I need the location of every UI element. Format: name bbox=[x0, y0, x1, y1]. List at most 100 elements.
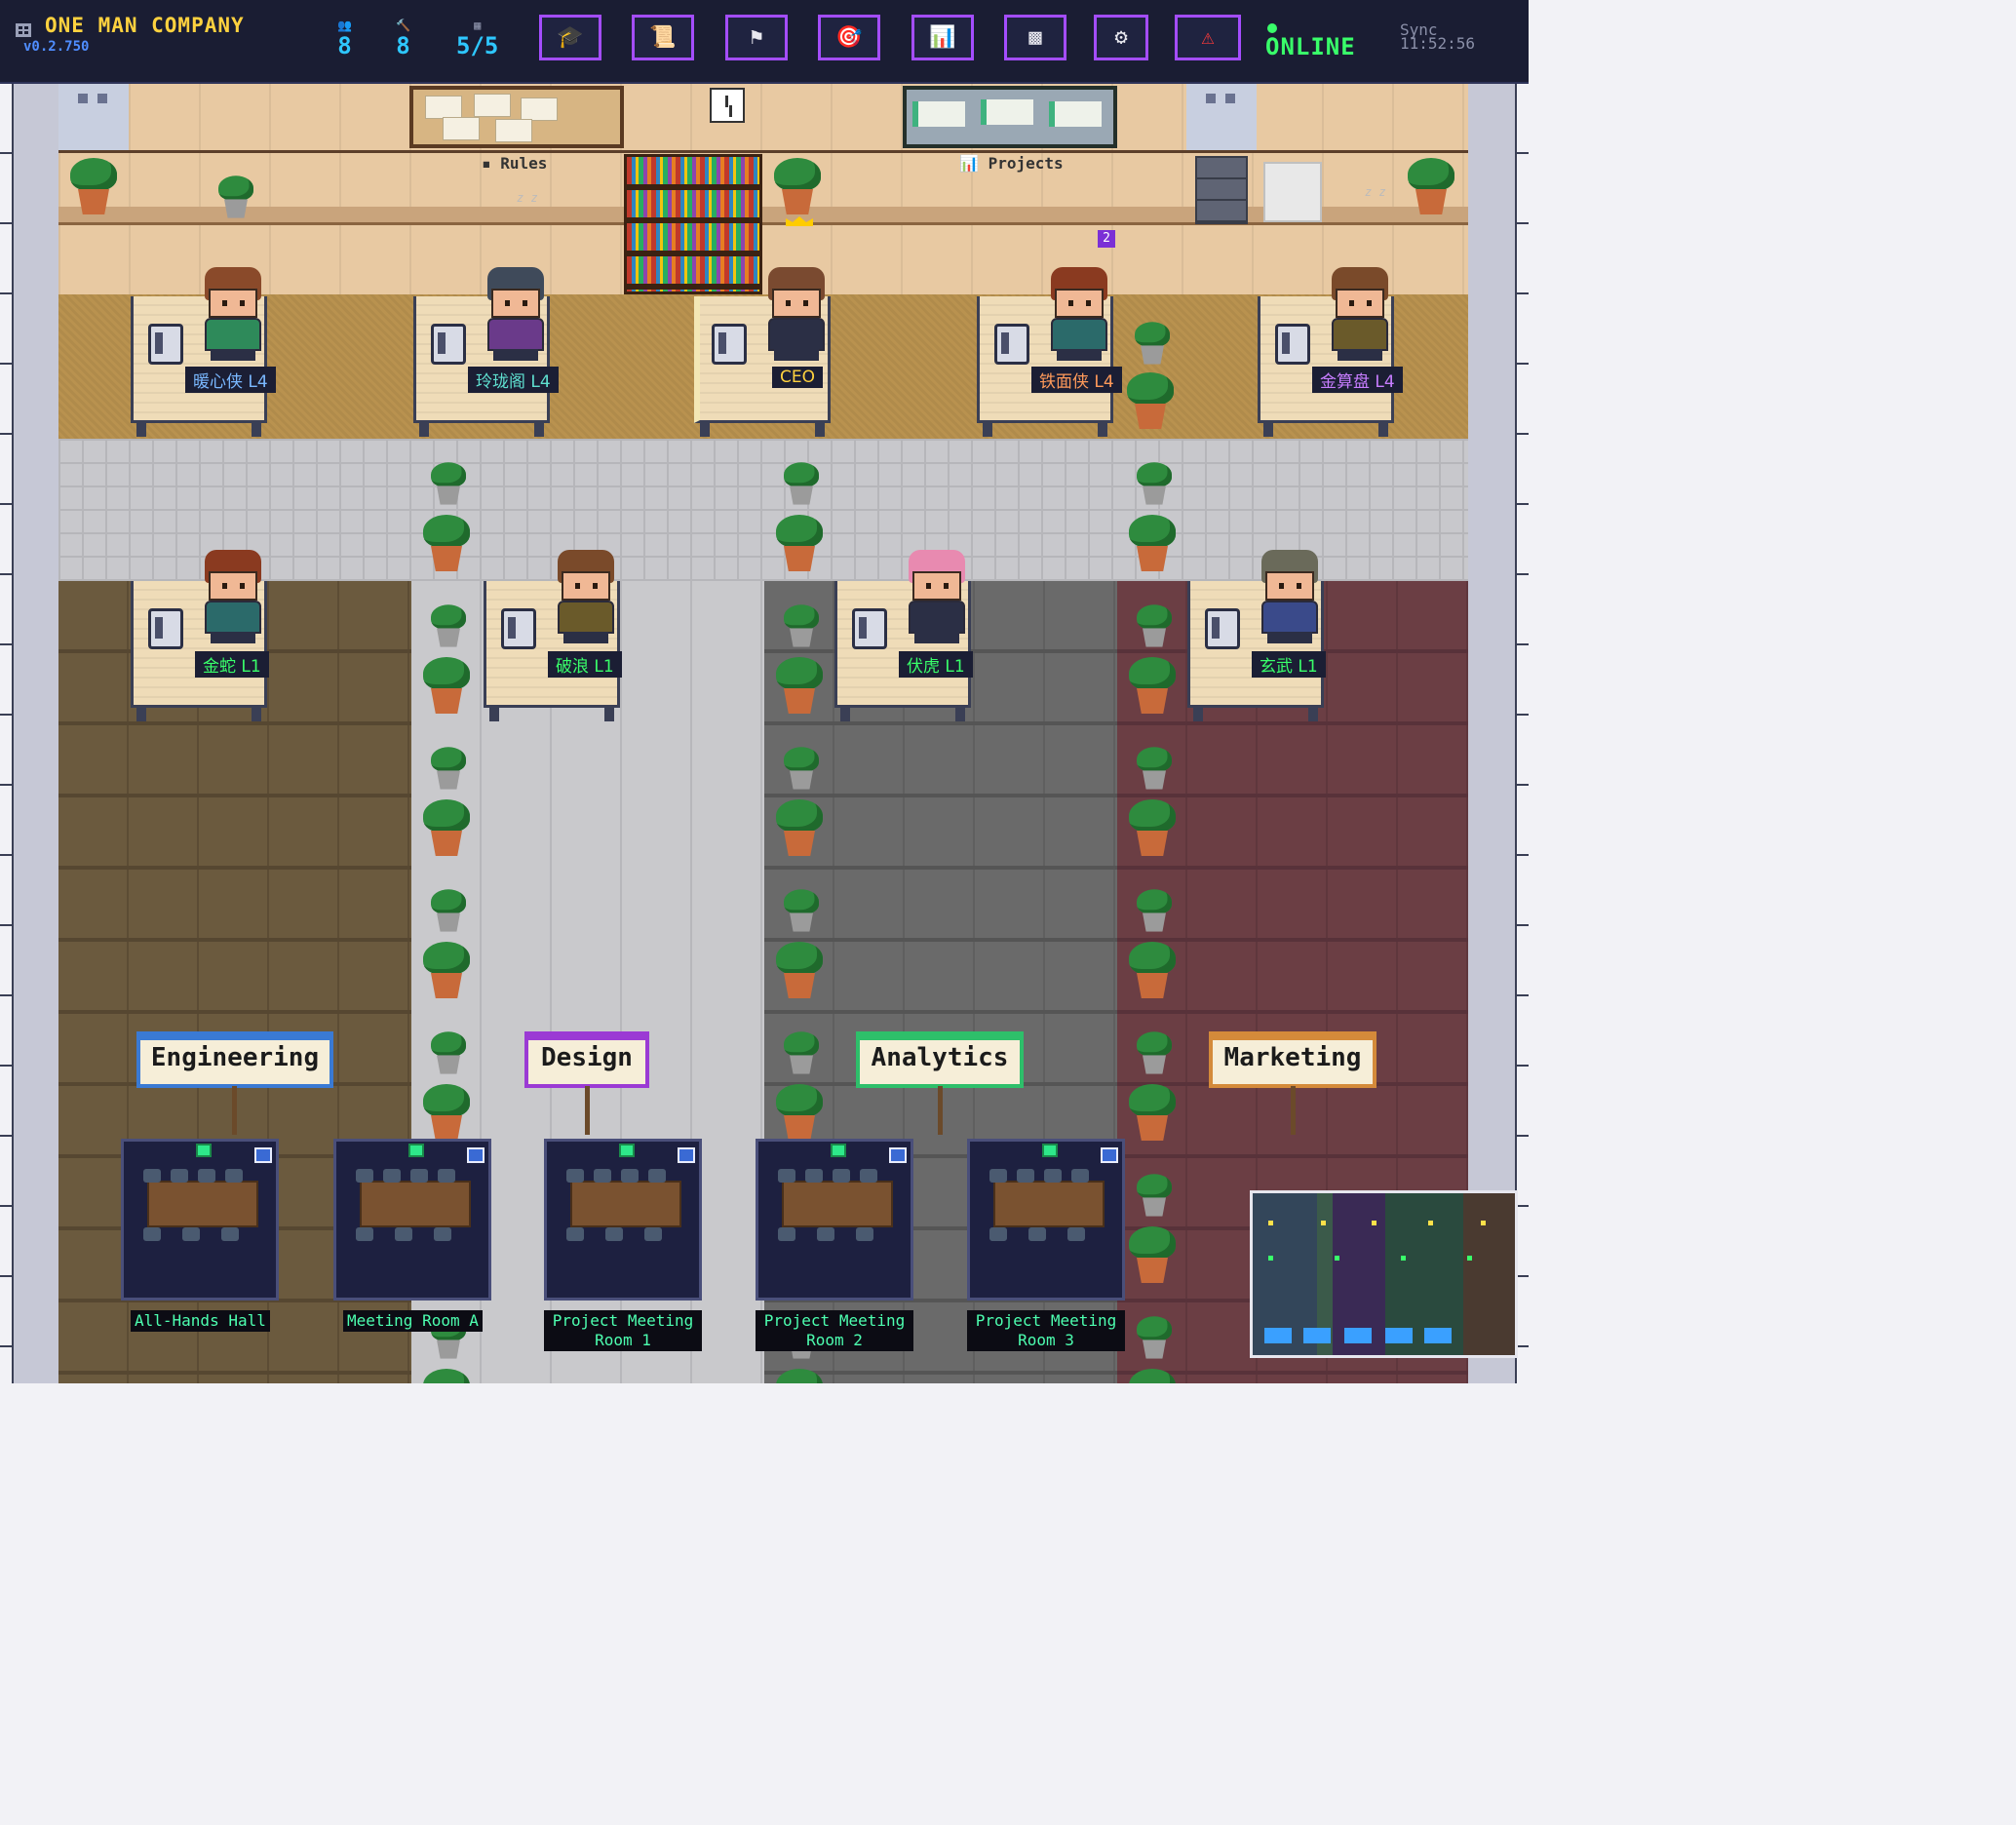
employee-avatar[interactable] bbox=[1256, 550, 1324, 643]
employee-name-tag[interactable]: 伏虎 L1 bbox=[899, 651, 973, 678]
plant-icon bbox=[781, 1031, 822, 1080]
projects-board[interactable] bbox=[903, 86, 1117, 148]
employee-avatar[interactable] bbox=[552, 550, 620, 643]
notification-badge[interactable]: 2 bbox=[1098, 230, 1115, 248]
meeting-room[interactable] bbox=[333, 1139, 491, 1301]
flag-button[interactable]: ⚑ bbox=[725, 15, 788, 60]
plant-icon bbox=[1132, 322, 1173, 370]
building-icon: ▦ bbox=[474, 19, 482, 32]
scroll-button[interactable]: 📜 bbox=[632, 15, 694, 60]
department-sign-analytics[interactable]: Analytics bbox=[856, 1031, 1024, 1088]
tools-icon: 🔨 bbox=[396, 19, 410, 32]
top-bar: ONE MAN COMPANY v0.2.750 👥 8 🔨 8 ▦ 5/5 🎓… bbox=[0, 0, 1529, 84]
minimap[interactable] bbox=[1250, 1190, 1518, 1358]
employee-name-tag[interactable]: 金蛇 L1 bbox=[195, 651, 269, 678]
status-dot-icon bbox=[1267, 23, 1277, 33]
employee-count-stat: 👥 8 bbox=[337, 18, 352, 58]
plant-icon bbox=[1134, 1031, 1175, 1080]
brand: ONE MAN COMPANY v0.2.750 bbox=[14, 14, 245, 55]
plant-icon bbox=[781, 747, 822, 796]
employee-name-tag[interactable]: CEO bbox=[772, 367, 823, 388]
rooms-count-stat: ▦ 5/5 bbox=[456, 18, 498, 58]
flag-icon: ⚑ bbox=[750, 25, 763, 50]
warning-icon: ⚠ bbox=[1201, 25, 1215, 50]
phone-icon bbox=[501, 608, 536, 649]
plant-icon bbox=[1125, 1226, 1180, 1291]
plant-icon bbox=[1125, 515, 1180, 579]
phone-icon bbox=[712, 324, 747, 365]
target-icon: 🎯 bbox=[835, 25, 863, 50]
employee-avatar[interactable] bbox=[199, 267, 267, 361]
sync-time: 11:52:56 bbox=[1400, 34, 1476, 53]
plant-icon bbox=[428, 747, 469, 796]
training-button[interactable]: 🎓 bbox=[539, 15, 601, 60]
scroll-icon: 📜 bbox=[649, 25, 677, 50]
wall-trim bbox=[58, 150, 1468, 153]
plant-icon bbox=[1125, 942, 1180, 1006]
employee-name-tag[interactable]: 玲珑阁 L4 bbox=[468, 367, 559, 393]
department-sign-marketing[interactable]: Marketing bbox=[1209, 1031, 1376, 1088]
plant-icon bbox=[419, 942, 474, 1006]
file-cabinet bbox=[1195, 156, 1248, 224]
employee-name-tag[interactable]: 破浪 L1 bbox=[548, 651, 622, 678]
plant-icon bbox=[781, 462, 822, 511]
app-title: ONE MAN COMPANY bbox=[45, 14, 245, 37]
employee-name-tag[interactable]: 暖心侠 L4 bbox=[185, 367, 276, 393]
employee-avatar[interactable] bbox=[1326, 267, 1394, 361]
plant-icon bbox=[1134, 462, 1175, 511]
projects-board-label: 📊 Projects bbox=[959, 154, 1064, 173]
meeting-room[interactable] bbox=[544, 1139, 702, 1301]
plant-icon bbox=[215, 175, 256, 224]
plant-icon bbox=[66, 158, 121, 222]
employee-avatar[interactable] bbox=[199, 550, 267, 643]
employee-name-tag[interactable]: 金算盘 L4 bbox=[1312, 367, 1403, 393]
window bbox=[58, 84, 129, 150]
office-map[interactable]: ▪ Rules 📊 Projects 2 z z z z z z z z Eng… bbox=[0, 84, 1529, 1383]
meeting-room-label: All-Hands Hall bbox=[131, 1310, 270, 1332]
phone-icon bbox=[148, 324, 183, 365]
window bbox=[1186, 84, 1257, 150]
department-sign-engineering[interactable]: Engineering bbox=[136, 1031, 333, 1088]
grid-icon: ▩ bbox=[1028, 25, 1042, 50]
gear-icon: ⚙ bbox=[1114, 25, 1128, 50]
status-light-icon bbox=[1042, 1144, 1058, 1157]
people-icon: 👥 bbox=[337, 19, 352, 32]
plant-icon bbox=[781, 604, 822, 653]
meeting-room[interactable] bbox=[967, 1139, 1125, 1301]
plant-icon bbox=[772, 657, 827, 721]
rules-board[interactable] bbox=[409, 86, 624, 148]
sign-pole bbox=[585, 1086, 590, 1135]
grid-button[interactable]: ▩ bbox=[1004, 15, 1066, 60]
plant-icon bbox=[428, 462, 469, 511]
employee-avatar[interactable] bbox=[762, 267, 831, 361]
employee-name-tag[interactable]: 玄武 L1 bbox=[1252, 651, 1326, 678]
plant-icon bbox=[1134, 1316, 1175, 1365]
chart-button[interactable]: 📊 bbox=[911, 15, 974, 60]
status-light-icon bbox=[831, 1144, 846, 1157]
plant-icon bbox=[1404, 158, 1458, 222]
employee-avatar[interactable] bbox=[903, 550, 971, 643]
phone-icon bbox=[148, 608, 183, 649]
back-wall bbox=[58, 84, 1468, 294]
plant-icon bbox=[1134, 1174, 1175, 1223]
meeting-room[interactable] bbox=[121, 1139, 279, 1301]
building-icon bbox=[16, 23, 31, 37]
settings-button[interactable]: ⚙ bbox=[1094, 15, 1148, 60]
rooms-count: 5/5 bbox=[456, 32, 499, 59]
plant-icon bbox=[1123, 372, 1178, 437]
right-wall bbox=[1468, 84, 1529, 1383]
plant-icon bbox=[1125, 1369, 1180, 1383]
meeting-room-label: Meeting Room A bbox=[343, 1310, 483, 1332]
target-button[interactable]: 🎯 bbox=[818, 15, 880, 60]
department-sign-design[interactable]: Design bbox=[524, 1031, 649, 1088]
sign-pole bbox=[938, 1086, 943, 1135]
employee-avatar[interactable] bbox=[1045, 267, 1113, 361]
plant-icon bbox=[781, 889, 822, 938]
plant-icon bbox=[1134, 889, 1175, 938]
meeting-room[interactable] bbox=[756, 1139, 913, 1301]
printer bbox=[1263, 162, 1322, 222]
alert-button[interactable]: ⚠ bbox=[1175, 15, 1241, 60]
employee-name-tag[interactable]: 铁面侠 L4 bbox=[1031, 367, 1122, 393]
employee-avatar[interactable] bbox=[482, 267, 550, 361]
plant-icon bbox=[428, 889, 469, 938]
